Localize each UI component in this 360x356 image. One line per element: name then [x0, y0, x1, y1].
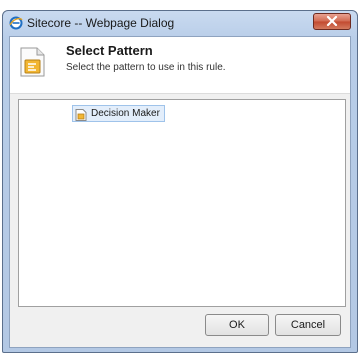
- dialog-subtitle: Select the pattern to use in this rule.: [66, 62, 226, 73]
- pattern-document-icon: [19, 47, 45, 77]
- ok-button[interactable]: OK: [205, 314, 269, 336]
- close-icon: [326, 13, 338, 31]
- close-button[interactable]: [313, 13, 351, 30]
- tree-item-label: Decision Maker: [91, 108, 160, 119]
- ie-globe-icon: [9, 16, 23, 30]
- cancel-button[interactable]: Cancel: [275, 314, 341, 336]
- dialog-header: Select Pattern Select the pattern to use…: [10, 37, 350, 94]
- dialog-heading: Select Pattern: [66, 43, 153, 58]
- tree-item-decision-maker[interactable]: Decision Maker: [72, 105, 165, 122]
- dialog-client-area: Select Pattern Select the pattern to use…: [9, 36, 351, 348]
- dialog-window: Sitecore -- Webpage Dialog Select Patter…: [2, 10, 358, 353]
- title-bar[interactable]: Sitecore -- Webpage Dialog: [3, 11, 357, 35]
- pattern-item-icon: [75, 108, 87, 121]
- window-title: Sitecore -- Webpage Dialog: [27, 16, 175, 30]
- pattern-tree: Decision Maker: [18, 99, 346, 307]
